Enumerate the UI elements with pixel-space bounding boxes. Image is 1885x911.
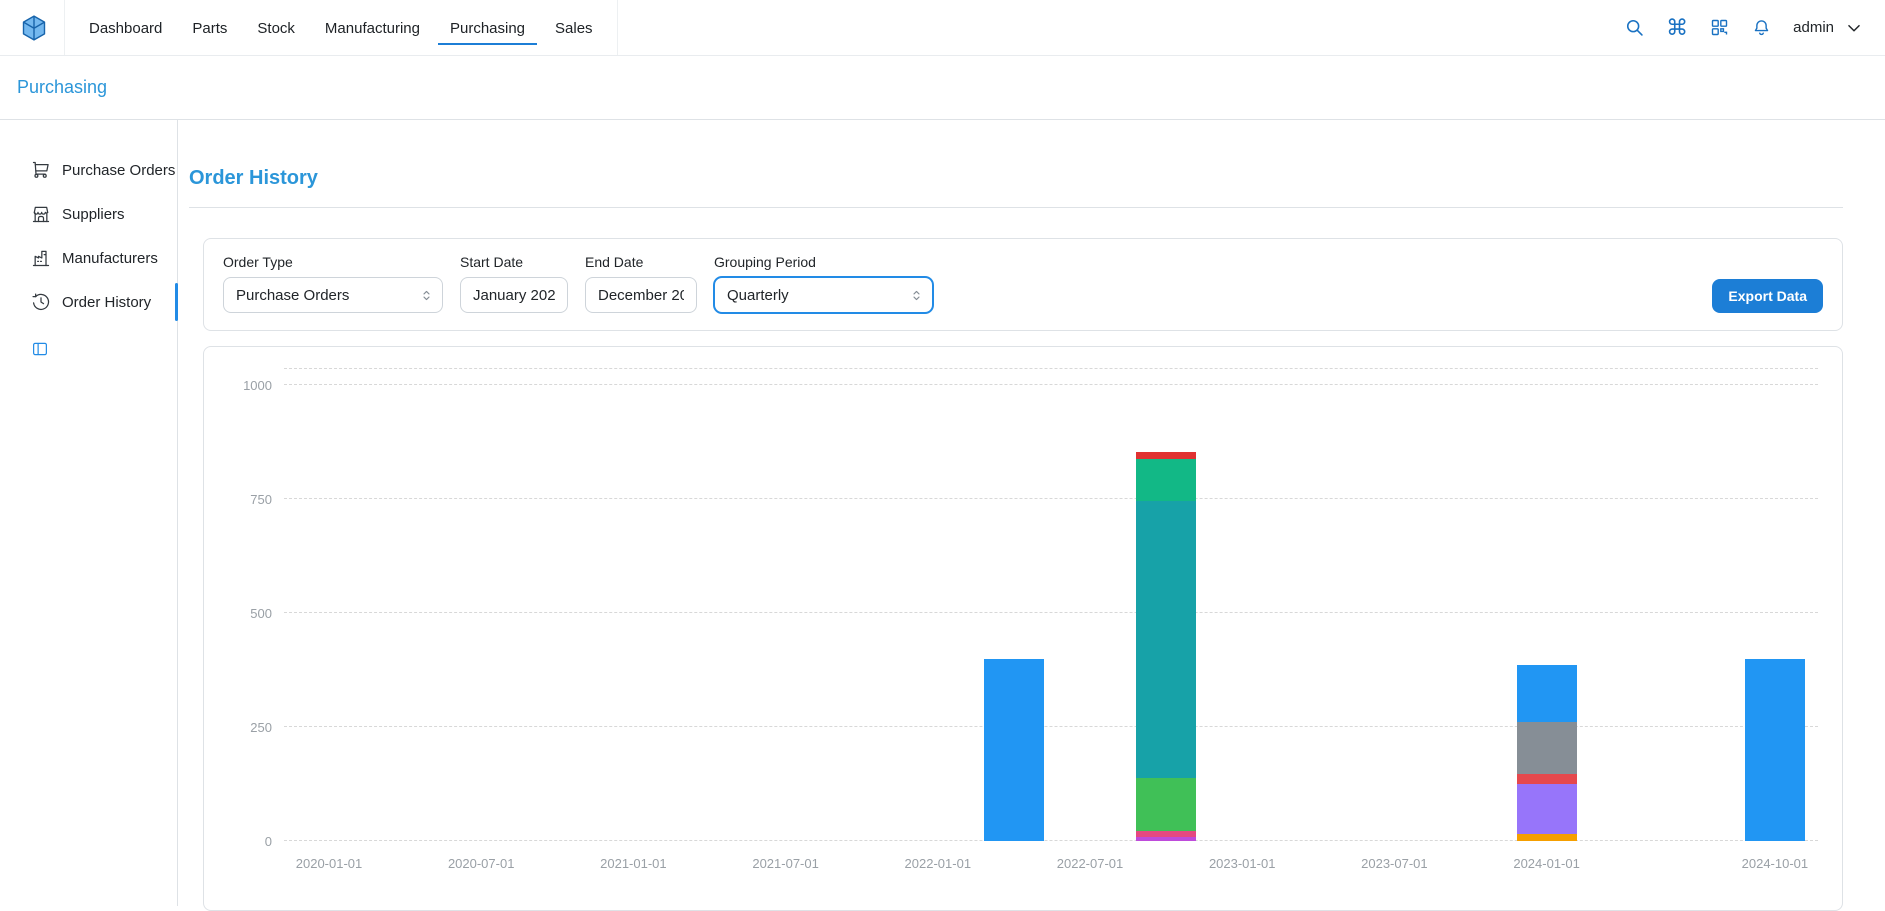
content-area: Purchase Orders Suppliers Manufacturers … (0, 120, 1885, 906)
title-divider (189, 207, 1843, 208)
sidebar-item-manufacturers[interactable]: Manufacturers (0, 236, 177, 280)
x-axis-label: 2020-01-01 (296, 856, 363, 871)
chart-bar (984, 659, 1044, 841)
select-chevrons-icon (909, 288, 924, 303)
order-type-label: Order Type (223, 254, 443, 270)
building-store-icon (31, 204, 51, 224)
breadcrumb[interactable]: Purchasing (17, 77, 107, 98)
sidebar-item-purchase-orders[interactable]: Purchase Orders (0, 148, 177, 192)
chart-gridline (284, 384, 1818, 385)
username: admin (1793, 19, 1834, 36)
search-button[interactable] (1624, 17, 1645, 38)
order-type-select[interactable]: Purchase Orders (223, 277, 443, 313)
chart-card: 0 250 500 750 1000 2020-01-01 2020-07-01 2021-0… (203, 346, 1843, 911)
chart-bar-segment (1136, 459, 1196, 501)
sidebar-item-label: Suppliers (62, 206, 125, 223)
sidebar-item-order-history[interactable]: Order History (0, 280, 177, 324)
sidebar-item-label: Order History (62, 294, 151, 311)
order-type-field: Order Type Purchase Orders (223, 254, 443, 313)
history-clock-icon (31, 292, 51, 312)
x-axis-label: 2023-07-01 (1361, 856, 1428, 871)
x-axis-label: 2021-01-01 (600, 856, 667, 871)
x-axis-label: 2020-07-01 (448, 856, 515, 871)
order-type-value: Purchase Orders (236, 287, 349, 304)
x-axis-label: 2022-07-01 (1057, 856, 1124, 871)
purchasing-sidebar: Purchase Orders Suppliers Manufacturers … (0, 120, 178, 906)
navbar-actions: ⌘ admin (1624, 0, 1865, 55)
chart-bar-segment (1517, 665, 1577, 722)
x-axis-label: 2024-10-01 (1742, 856, 1809, 871)
app-logo[interactable] (20, 0, 48, 55)
user-menu[interactable]: admin (1793, 17, 1865, 39)
end-date-label: End Date (585, 254, 697, 270)
main-nav: Dashboard Parts Stock Manufacturing Purc… (64, 0, 618, 55)
x-axis-label: 2023-01-01 (1209, 856, 1276, 871)
tab-sales[interactable]: Sales (543, 11, 605, 45)
y-axis-label: 1000 (243, 378, 272, 393)
y-axis-label: 0 (265, 834, 272, 849)
qr-scan-icon (1709, 17, 1730, 38)
chart-bar-segment (1517, 834, 1577, 841)
notifications-button[interactable] (1751, 17, 1772, 38)
chart-bar-segment (1136, 778, 1196, 831)
x-axis-label: 2021-07-01 (752, 856, 819, 871)
sidebar-item-suppliers[interactable]: Suppliers (0, 192, 177, 236)
chart-bar (1136, 452, 1196, 841)
page-title: Order History (189, 167, 1843, 190)
grouping-period-value: Quarterly (727, 287, 789, 304)
start-date-input[interactable] (460, 277, 568, 313)
start-date-field: Start Date (460, 254, 568, 313)
chevron-down-icon (1843, 17, 1865, 39)
end-date-input[interactable] (585, 277, 697, 313)
breadcrumb-bar: Purchasing (0, 56, 1885, 120)
grouping-period-label: Grouping Period (714, 254, 933, 270)
sidebar-item-label: Purchase Orders (62, 162, 175, 179)
chart-gridline (284, 726, 1818, 727)
chart-gridline (284, 612, 1818, 613)
chart-gridline (284, 840, 1818, 841)
tab-stock[interactable]: Stock (245, 11, 307, 45)
building-factory-icon (31, 248, 51, 268)
top-navbar: Dashboard Parts Stock Manufacturing Purc… (0, 0, 1885, 56)
start-date-label: Start Date (460, 254, 568, 270)
y-axis-label: 750 (250, 492, 272, 507)
chart-bar-segment (1745, 659, 1805, 841)
sidebar-collapse-button[interactable] (31, 340, 49, 358)
tab-parts[interactable]: Parts (180, 11, 239, 45)
chart-bar (1517, 665, 1577, 841)
tab-dashboard[interactable]: Dashboard (77, 11, 174, 45)
filter-card: Order Type Purchase Orders Start Date En… (203, 238, 1843, 331)
actions-button[interactable]: ⌘ (1666, 17, 1688, 39)
bell-icon (1751, 17, 1772, 38)
chart-bar-segment (1136, 837, 1196, 841)
grouping-period-field: Grouping Period Quarterly (714, 254, 933, 313)
y-axis-label: 500 (250, 606, 272, 621)
chart-gridline (284, 498, 1818, 499)
y-axis-label: 250 (250, 720, 272, 735)
export-data-button[interactable]: Export Data (1712, 279, 1823, 313)
select-chevrons-icon (419, 288, 434, 303)
chart-bar-segment (1517, 774, 1577, 783)
shopping-cart-icon (31, 160, 51, 180)
chart-bar-segment (1517, 784, 1577, 834)
tab-manufacturing[interactable]: Manufacturing (313, 11, 432, 45)
chart-bar-segment (1136, 452, 1196, 459)
chart-bar-segment (1517, 722, 1577, 774)
grouping-period-select[interactable]: Quarterly (714, 277, 933, 313)
chart-bar-segment (1136, 501, 1196, 778)
x-axis-label: 2022-01-01 (905, 856, 972, 871)
command-icon: ⌘ (1666, 17, 1688, 39)
chart-bar (1745, 659, 1805, 841)
sidebar-collapse-icon (31, 340, 49, 358)
x-axis-label: 2024-01-01 (1513, 856, 1580, 871)
chart-plot: 025050075010002020-01-012020-07-012021-0… (284, 368, 1818, 841)
order-history-panel: Order History Order Type Purchase Orders… (178, 120, 1885, 906)
search-icon (1624, 17, 1645, 38)
end-date-field: End Date (585, 254, 697, 313)
logo-cube-icon (20, 14, 48, 42)
tab-purchasing[interactable]: Purchasing (438, 11, 537, 45)
scan-button[interactable] (1709, 17, 1730, 38)
sidebar-item-label: Manufacturers (62, 250, 158, 267)
chart-bar-segment (984, 659, 1044, 841)
